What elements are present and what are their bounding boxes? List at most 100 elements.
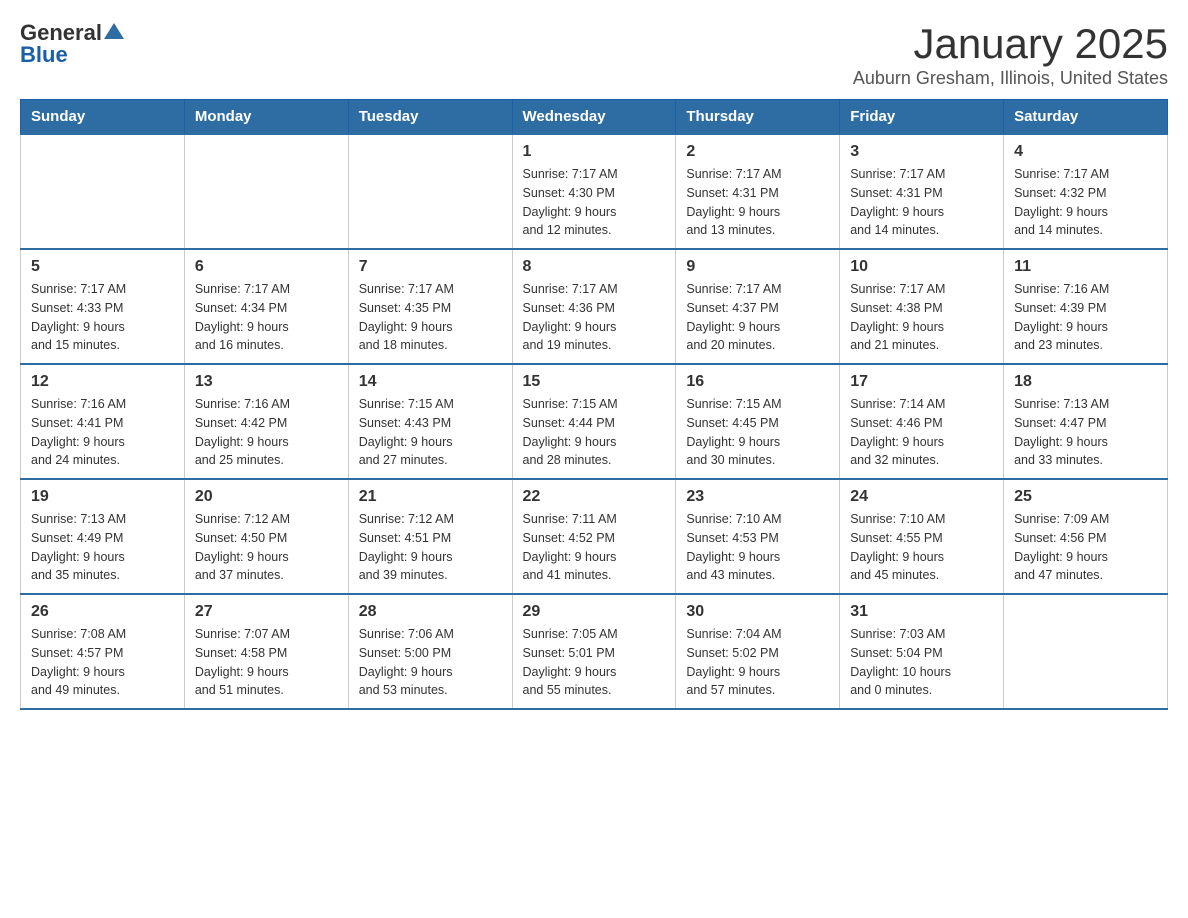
table-row: 8 Sunrise: 7:17 AM Sunset: 4:36 PM Daylig… (512, 249, 676, 364)
table-row: 21Sunrise: 7:12 AM Sunset: 4:51 PM Dayli… (348, 479, 512, 594)
day-number: 13 (195, 373, 338, 391)
day-number: 24 (850, 488, 993, 506)
table-row: 22 Sunrise: 7:11 AM Sunset: 4:52 PM Dayli… (512, 479, 676, 594)
day-info: Sunrise: 7:06 AM Sunset: 5:00 PM Dayligh… (359, 625, 502, 700)
day-number: 27 (195, 603, 338, 621)
table-row: 24 Sunrise: 7:10 AM Sunset: 4:55 PM Dayli… (840, 479, 1004, 594)
day-info: Sunrise: 7:17 AM Sunset: 4:35 PM Dayligh… (359, 280, 502, 355)
day-number: 23 (686, 488, 829, 506)
table-row (21, 134, 185, 249)
table-row: 16Sunrise: 7:15 AM Sunset: 4:45 PM Dayli… (676, 364, 840, 479)
calendar-week-row: 26 Sunrise: 7:08 AM Sunset: 4:57 PM Dayli… (21, 594, 1168, 709)
day-number: 22 (523, 488, 666, 506)
table-row: 1Sunrise: 7:17 AM Sunset: 4:30 PM Daylig… (512, 134, 676, 249)
day-info: Sunrise: 7:17 AM Sunset: 4:31 PM Dayligh… (850, 165, 993, 240)
day-number: 9 (686, 258, 829, 276)
table-row: 9Sunrise: 7:17 AM Sunset: 4:37 PM Daylig… (676, 249, 840, 364)
day-number: 11 (1014, 258, 1157, 276)
day-number: 8 (523, 258, 666, 276)
table-row: 30 Sunrise: 7:04 AM Sunset: 5:02 PM Dayli… (676, 594, 840, 709)
table-row: 25 Sunrise: 7:09 AM Sunset: 4:56 PM Dayli… (1004, 479, 1168, 594)
day-number: 17 (850, 373, 993, 391)
table-row: 20Sunrise: 7:12 AM Sunset: 4:50 PM Dayli… (184, 479, 348, 594)
calendar-week-row: 19Sunrise: 7:13 AM Sunset: 4:49 PM Dayli… (21, 479, 1168, 594)
day-info: Sunrise: 7:16 AM Sunset: 4:41 PM Dayligh… (31, 395, 174, 470)
table-row: 27 Sunrise: 7:07 AM Sunset: 4:58 PM Dayli… (184, 594, 348, 709)
day-number: 18 (1014, 373, 1157, 391)
col-tuesday: Tuesday (348, 100, 512, 135)
col-sunday: Sunday (21, 100, 185, 135)
day-info: Sunrise: 7:17 AM Sunset: 4:30 PM Dayligh… (523, 165, 666, 240)
day-number: 21 (359, 488, 502, 506)
day-number: 10 (850, 258, 993, 276)
table-row: 10 Sunrise: 7:17 AM Sunset: 4:38 PM Dayli… (840, 249, 1004, 364)
day-info: Sunrise: 7:13 AM Sunset: 4:47 PM Dayligh… (1014, 395, 1157, 470)
day-number: 19 (31, 488, 174, 506)
day-number: 30 (686, 603, 829, 621)
table-row: 18 Sunrise: 7:13 AM Sunset: 4:47 PM Dayli… (1004, 364, 1168, 479)
day-number: 31 (850, 603, 993, 621)
table-row: 13Sunrise: 7:16 AM Sunset: 4:42 PM Dayli… (184, 364, 348, 479)
day-number: 4 (1014, 143, 1157, 161)
table-row: 26 Sunrise: 7:08 AM Sunset: 4:57 PM Dayli… (21, 594, 185, 709)
day-info: Sunrise: 7:05 AM Sunset: 5:01 PM Dayligh… (523, 625, 666, 700)
day-info: Sunrise: 7:17 AM Sunset: 4:33 PM Dayligh… (31, 280, 174, 355)
day-info: Sunrise: 7:09 AM Sunset: 4:56 PM Dayligh… (1014, 510, 1157, 585)
table-row: 31 Sunrise: 7:03 AM Sunset: 5:04 PM Dayli… (840, 594, 1004, 709)
table-row: 28 Sunrise: 7:06 AM Sunset: 5:00 PM Dayli… (348, 594, 512, 709)
table-row: 17 Sunrise: 7:14 AM Sunset: 4:46 PM Dayli… (840, 364, 1004, 479)
month-title: January 2025 (853, 20, 1168, 68)
day-info: Sunrise: 7:16 AM Sunset: 4:39 PM Dayligh… (1014, 280, 1157, 355)
day-number: 12 (31, 373, 174, 391)
table-row: 14 Sunrise: 7:15 AM Sunset: 4:43 PM Dayli… (348, 364, 512, 479)
day-number: 6 (195, 258, 338, 276)
location-title: Auburn Gresham, Illinois, United States (853, 68, 1168, 89)
day-info: Sunrise: 7:04 AM Sunset: 5:02 PM Dayligh… (686, 625, 829, 700)
day-number: 3 (850, 143, 993, 161)
day-number: 14 (359, 373, 502, 391)
table-row (184, 134, 348, 249)
day-info: Sunrise: 7:07 AM Sunset: 4:58 PM Dayligh… (195, 625, 338, 700)
calendar-header-row: Sunday Monday Tuesday Wednesday Thursday… (21, 100, 1168, 135)
day-info: Sunrise: 7:17 AM Sunset: 4:36 PM Dayligh… (523, 280, 666, 355)
day-number: 26 (31, 603, 174, 621)
day-info: Sunrise: 7:17 AM Sunset: 4:32 PM Dayligh… (1014, 165, 1157, 240)
logo-triangle-icon (104, 21, 124, 41)
day-info: Sunrise: 7:08 AM Sunset: 4:57 PM Dayligh… (31, 625, 174, 700)
day-number: 7 (359, 258, 502, 276)
day-info: Sunrise: 7:17 AM Sunset: 4:38 PM Dayligh… (850, 280, 993, 355)
day-number: 20 (195, 488, 338, 506)
day-info: Sunrise: 7:15 AM Sunset: 4:43 PM Dayligh… (359, 395, 502, 470)
day-number: 28 (359, 603, 502, 621)
logo-text-blue: Blue (20, 42, 68, 68)
day-info: Sunrise: 7:17 AM Sunset: 4:34 PM Dayligh… (195, 280, 338, 355)
logo: General Blue (20, 20, 124, 68)
day-info: Sunrise: 7:15 AM Sunset: 4:44 PM Dayligh… (523, 395, 666, 470)
day-number: 29 (523, 603, 666, 621)
table-row: 15 Sunrise: 7:15 AM Sunset: 4:44 PM Dayli… (512, 364, 676, 479)
day-info: Sunrise: 7:14 AM Sunset: 4:46 PM Dayligh… (850, 395, 993, 470)
day-info: Sunrise: 7:15 AM Sunset: 4:45 PM Dayligh… (686, 395, 829, 470)
table-row: 7 Sunrise: 7:17 AM Sunset: 4:35 PM Daylig… (348, 249, 512, 364)
table-row: 11 Sunrise: 7:16 AM Sunset: 4:39 PM Dayli… (1004, 249, 1168, 364)
day-info: Sunrise: 7:10 AM Sunset: 4:55 PM Dayligh… (850, 510, 993, 585)
title-area: January 2025 Auburn Gresham, Illinois, U… (853, 20, 1168, 89)
day-number: 5 (31, 258, 174, 276)
day-info: Sunrise: 7:03 AM Sunset: 5:04 PM Dayligh… (850, 625, 993, 700)
day-info: Sunrise: 7:10 AM Sunset: 4:53 PM Dayligh… (686, 510, 829, 585)
table-row: 6 Sunrise: 7:17 AM Sunset: 4:34 PM Daylig… (184, 249, 348, 364)
table-row (1004, 594, 1168, 709)
table-row: 29 Sunrise: 7:05 AM Sunset: 5:01 PM Dayli… (512, 594, 676, 709)
day-number: 25 (1014, 488, 1157, 506)
day-number: 15 (523, 373, 666, 391)
table-row (348, 134, 512, 249)
day-number: 2 (686, 143, 829, 161)
table-row: 5 Sunrise: 7:17 AM Sunset: 4:33 PM Daylig… (21, 249, 185, 364)
table-row: 19Sunrise: 7:13 AM Sunset: 4:49 PM Dayli… (21, 479, 185, 594)
table-row: 12 Sunrise: 7:16 AM Sunset: 4:41 PM Dayli… (21, 364, 185, 479)
table-row: 4 Sunrise: 7:17 AM Sunset: 4:32 PM Daylig… (1004, 134, 1168, 249)
table-row: 3 Sunrise: 7:17 AM Sunset: 4:31 PM Daylig… (840, 134, 1004, 249)
col-saturday: Saturday (1004, 100, 1168, 135)
table-row: 2Sunrise: 7:17 AM Sunset: 4:31 PM Daylig… (676, 134, 840, 249)
day-info: Sunrise: 7:11 AM Sunset: 4:52 PM Dayligh… (523, 510, 666, 585)
